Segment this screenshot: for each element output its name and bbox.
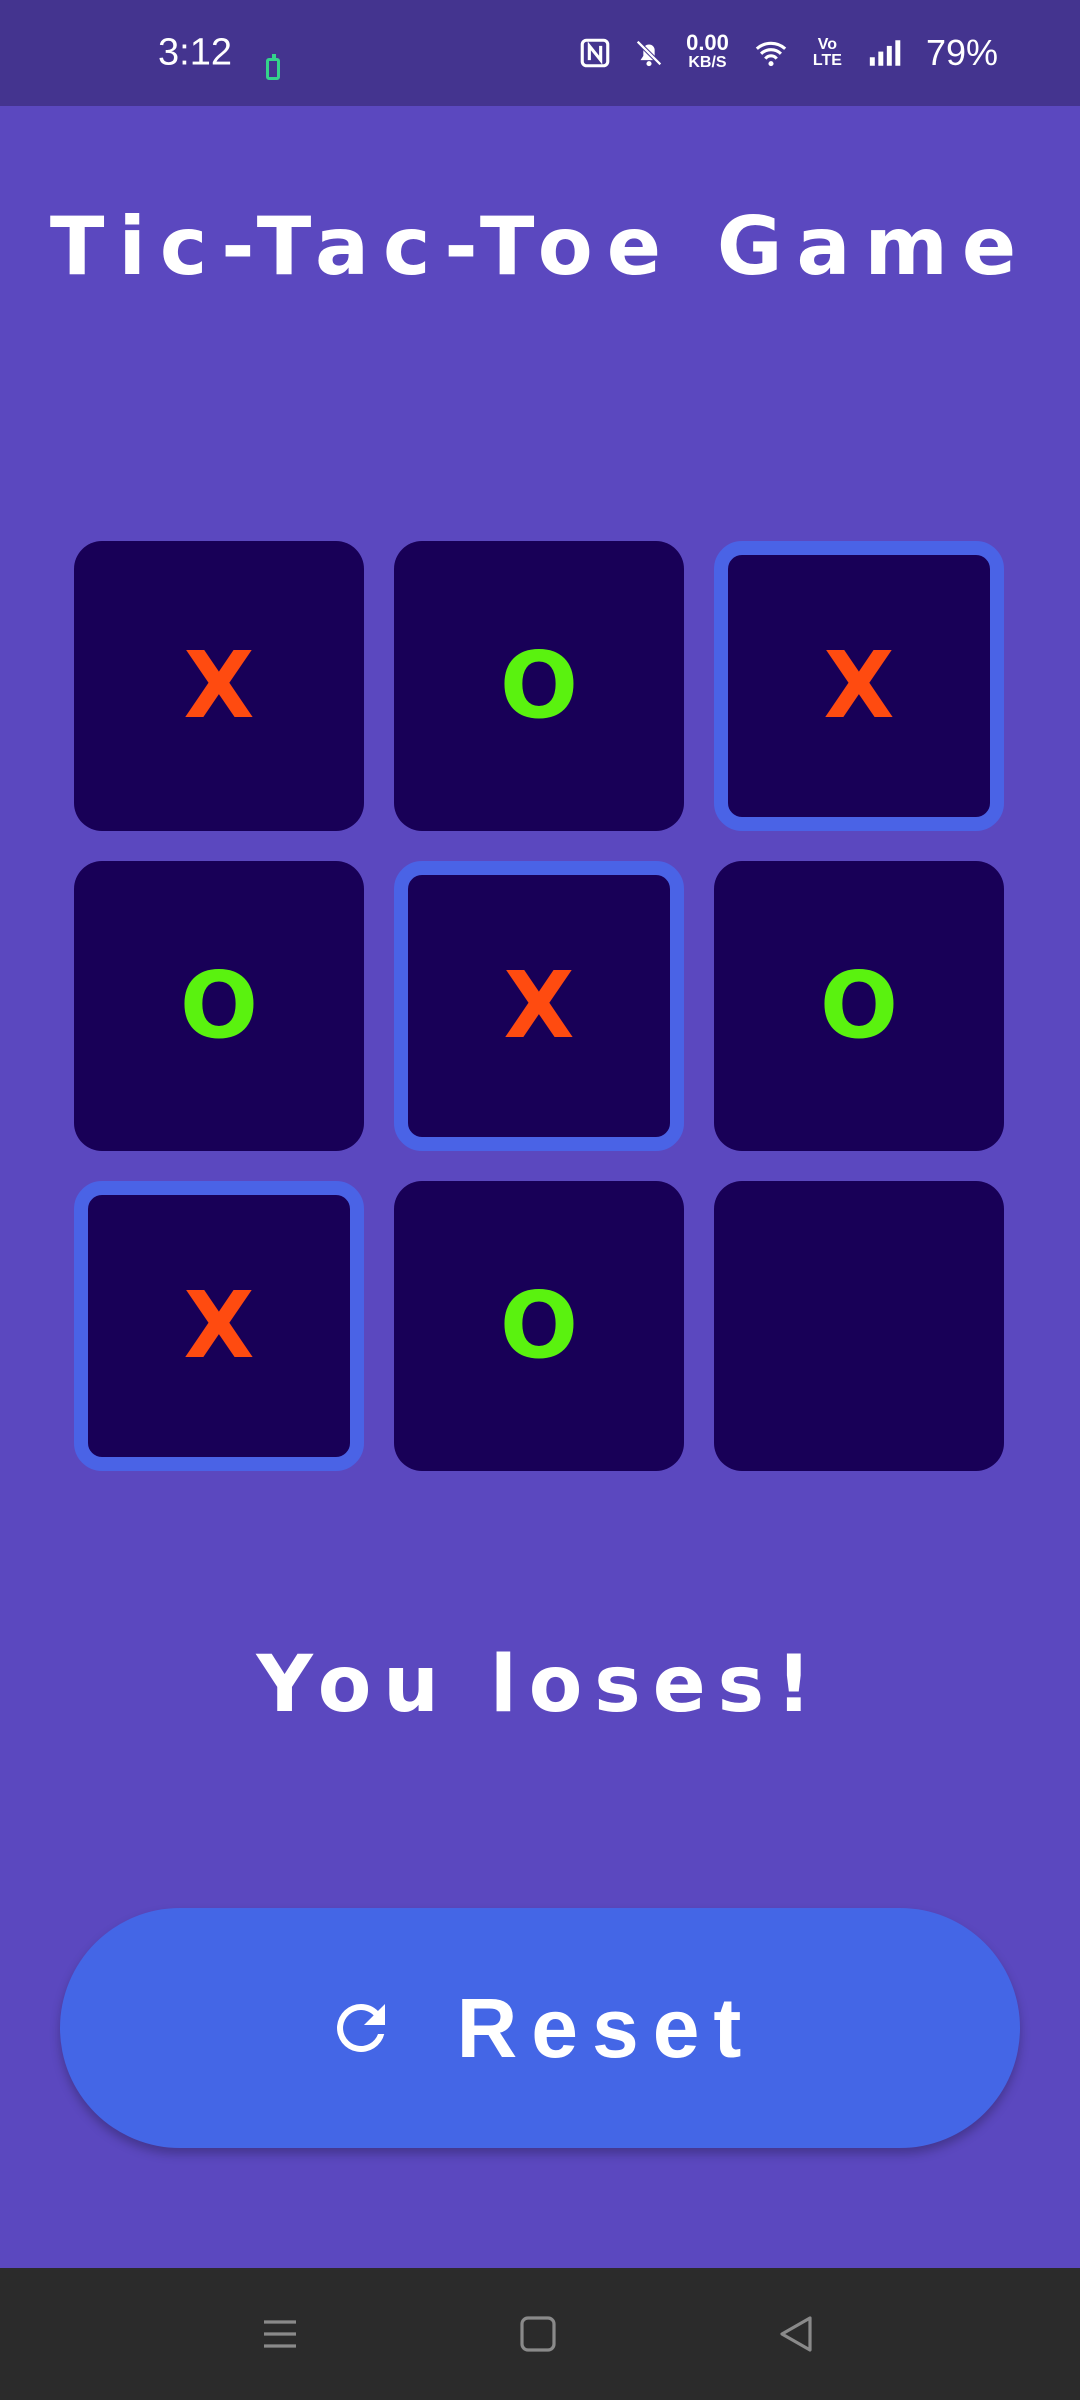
page-title: Tic-Tac-Toe Game <box>49 200 1031 293</box>
reset-button[interactable]: Reset <box>60 1908 1020 2148</box>
home-square-icon <box>520 2316 556 2352</box>
board-cell-9[interactable] <box>714 1181 1004 1471</box>
board-cell-4[interactable]: O <box>74 861 364 1151</box>
cell-mark: O <box>179 952 259 1059</box>
status-icons: 0.00 KB/S Vo LTE 79% <box>578 32 998 74</box>
status-bar: 3:12 0.00 KB/S Vo LTE 79% <box>0 0 1080 106</box>
board-cell-1[interactable]: X <box>74 541 364 831</box>
volte-top: Vo <box>817 36 838 53</box>
navigation-bar <box>0 2268 1080 2400</box>
cell-mark: O <box>819 952 899 1059</box>
cell-mark: O <box>499 1272 579 1379</box>
battery-charging-icon <box>266 54 280 80</box>
status-time: 3:12 <box>158 31 232 74</box>
bell-off-icon <box>636 40 662 67</box>
battery-percent: 79% <box>925 32 998 73</box>
cell-mark: X <box>183 632 255 739</box>
board-cell-2[interactable]: O <box>394 541 684 831</box>
home-button[interactable] <box>502 2298 574 2370</box>
result-text: You loses! <box>256 1640 824 1730</box>
cell-mark: X <box>503 952 575 1059</box>
network-speed-unit: KB/S <box>688 54 727 71</box>
menu-button[interactable] <box>244 2298 316 2370</box>
board-cell-5[interactable]: X <box>394 861 684 1151</box>
wifi-icon <box>755 41 787 67</box>
cell-mark: X <box>183 1272 255 1379</box>
signal-icon <box>869 40 901 66</box>
back-button[interactable] <box>760 2298 832 2370</box>
board-cell-7[interactable]: X <box>74 1181 364 1471</box>
menu-icon <box>264 2320 296 2348</box>
reset-label: Reset <box>456 1980 756 2075</box>
board-cell-6[interactable]: O <box>714 861 1004 1151</box>
network-speed-value: 0.00 <box>686 30 729 55</box>
back-triangle-icon <box>780 2316 812 2352</box>
refresh-icon <box>336 2004 385 2052</box>
volte-bottom: LTE <box>812 52 842 69</box>
board-cell-3[interactable]: X <box>714 541 1004 831</box>
game-board: X O X O X O X O <box>60 527 1020 1487</box>
network-speed: 0.00 KB/S <box>686 30 729 73</box>
nfc-icon <box>580 38 610 68</box>
volte-indicator: Vo LTE <box>813 37 842 69</box>
cell-mark: O <box>499 632 579 739</box>
cell-mark: X <box>823 632 895 739</box>
board-cell-8[interactable]: O <box>394 1181 684 1471</box>
